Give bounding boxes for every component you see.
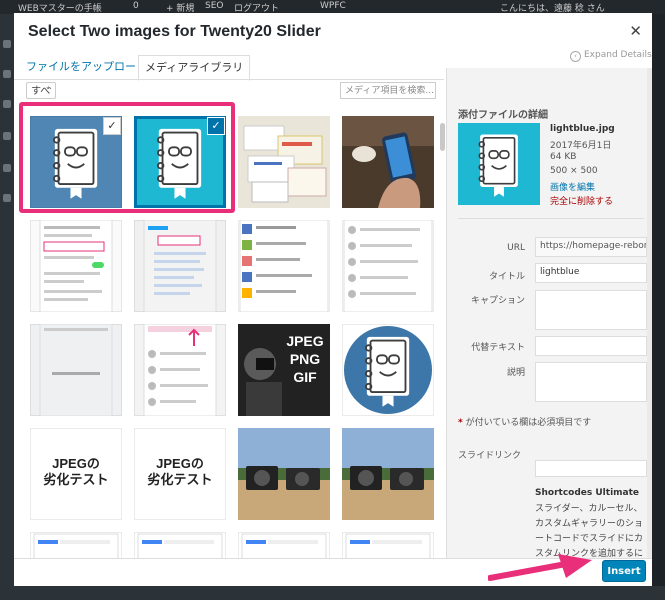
screenshot-thumb-icon [143,324,217,416]
shortcodes-title: Shortcodes Ultimate [535,488,640,498]
attachment-screenshot-timeline[interactable] [134,324,226,416]
attachment-screenshot-settings[interactable] [30,220,122,312]
attachment-photo-actioncam-1[interactable] [238,428,330,520]
details-scrollbar[interactable] [647,68,652,586]
jpeg-text-line1: JPEGの [156,456,204,471]
expand-details-label: Expand Details [584,50,652,60]
description-label: 説明 [506,368,525,378]
admin-footer [0,586,665,600]
attachment-photo-smartphone[interactable] [342,116,434,208]
details-date: 2017年6月1日 [550,141,612,151]
attachments-grid: ✓ ✓ JPEG PNG GIF JPEGの 劣化テスト JPEGの 劣化テスト [24,110,438,586]
media-filter-select[interactable]: すべ ⌃ [26,82,56,99]
screenshot-thumb-icon [143,220,217,312]
close-icon[interactable]: ✕ [629,22,642,40]
grid-scrollbar[interactable] [440,123,445,151]
screenshot-thumb-icon [39,324,113,416]
attachment-photo-camera[interactable]: JPEG PNG GIF [238,324,330,416]
jpeg-text-line2: 劣化テスト [147,472,213,487]
slide-link-field[interactable] [535,460,647,477]
attachment-details-panel: 添付ファイルの詳細 lightblue.jpg 2017年6月1日 64 KB … [446,68,652,586]
admin-bar: WEBマスターの手帳 0 + 新規 SEO ログアウト WPFC こんにちは、遠… [0,0,665,14]
admin-sidebar [0,14,14,600]
attachment-jpeg-test-1[interactable]: JPEGの 劣化テスト [30,428,122,520]
media-search-input[interactable]: メディア項目を検索... [340,82,436,99]
actioncam-photo-icon [238,428,330,520]
screenshot-thumb-icon [239,220,329,312]
checkmark-icon[interactable]: ✓ [208,118,224,134]
media-modal: Select Two images for Twenty20 Slider ✕ … [14,13,652,586]
required-note-text: が付いている欄は必須項目です [462,418,592,428]
modal-title: Select Two images for Twenty20 Slider [28,23,321,40]
tab-divider [14,79,444,80]
admin-comments-count[interactable]: 0 [133,1,139,11]
admin-seo[interactable]: SEO [205,1,223,11]
attachment-photo-newspapers[interactable] [238,116,330,208]
details-dimensions: 500 × 500 [550,166,598,176]
alt-text-field[interactable] [535,336,647,356]
attachment-screenshot-message[interactable] [30,324,122,416]
url-field[interactable]: https://homepage-reborn. [535,237,647,257]
chevron-updown-icon: ⌃ [46,86,53,95]
attachment-photo-actioncam-2[interactable] [342,428,434,520]
details-filesize: 64 KB [550,152,577,162]
details-heading: 添付ファイルの詳細 [458,110,548,121]
attachment-book-lightblue[interactable]: ✓ [134,116,226,208]
attachment-book-dark[interactable]: ✓ [30,116,122,208]
smartphone-photo-icon [342,116,434,208]
slide-link-label: スライドリンク [458,451,522,461]
insert-button[interactable]: Insert [602,560,646,582]
checkmark-icon[interactable]: ✓ [104,118,120,134]
attachment-book-circle[interactable] [342,324,434,416]
book-mascot-icon [344,326,432,414]
caption-label: キャプション [470,296,525,306]
attachment-jpeg-test-2[interactable]: JPEGの 劣化テスト [134,428,226,520]
title-field[interactable]: lightblue [535,263,647,283]
newspapers-photo-icon [238,116,330,208]
chevron-left-icon: ‹ [570,51,581,62]
required-note: * が付いている欄は必須項目です [458,415,591,428]
edit-image-link[interactable]: 画像を編集 [550,180,595,193]
attachment-screenshot-twitter[interactable] [134,220,226,312]
description-field[interactable] [535,362,647,402]
details-filename: lightblue.jpg [550,124,615,134]
jpeg-text-line2: 劣化テスト [43,472,109,487]
tab-media-library[interactable]: メディアライブラリ [138,55,251,81]
modal-toolbar [14,558,652,586]
title-label: タイトル [488,272,525,282]
attachment-screenshot-feed[interactable] [238,220,330,312]
jpeg-text-line1: JPEGの [52,456,100,471]
attachment-screenshot-list[interactable] [342,220,434,312]
delete-permanently-link[interactable]: 完全に削除する [550,194,613,207]
tab-upload-files[interactable]: ファイルをアップロード [20,55,153,79]
book-mascot-icon [458,123,540,205]
details-thumbnail [458,123,540,205]
details-divider [458,218,644,219]
screenshot-thumb-icon [343,220,433,312]
admin-wpfc[interactable]: WPFC [320,1,346,11]
expand-details-button[interactable]: ‹ Expand Details [570,50,652,62]
url-label: URL [507,243,525,253]
screenshot-thumb-icon [39,220,113,312]
format-text: JPEG PNG GIF [286,333,324,385]
caption-field[interactable] [535,290,647,330]
actioncam-photo-icon [342,428,434,520]
alt-text-label: 代替テキスト [471,343,525,353]
